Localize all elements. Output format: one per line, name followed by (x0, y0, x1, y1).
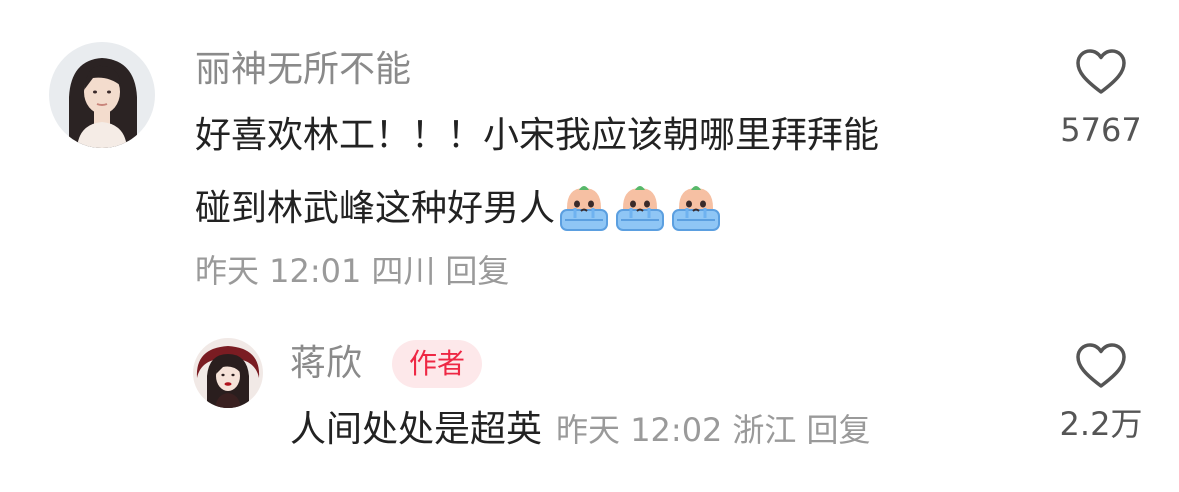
comment-content-row: 人间处处是超英 昨天 12:02 浙江 回复 (290, 408, 880, 452)
reply-button[interactable]: 回复 (806, 411, 870, 449)
comment-text: 好喜欢林工！！！小宋我应该朝哪里拜拜能 (195, 115, 880, 156)
like-count: 5767 (1060, 111, 1142, 149)
avatar[interactable] (49, 42, 155, 148)
comment-time: 昨天 12:02 (556, 411, 723, 449)
comment-text-continuation: 碰到林武峰这种好男人 (195, 188, 556, 229)
comment-text: 人间处处是超英 (290, 409, 543, 450)
comment-username[interactable]: 蒋欣 (290, 342, 362, 386)
reply-button[interactable]: 回复 (445, 252, 509, 290)
crying-face-emoji (613, 182, 667, 236)
comment-meta: 昨天 12:01 四川 回复 (195, 250, 519, 292)
crying-face-emoji (557, 182, 611, 236)
comment-reply-item: 蒋欣 作者 人间处处是超英 昨天 12:02 浙江 回复 2.2万 (0, 320, 1179, 492)
like-button[interactable]: 2.2万 (1041, 342, 1161, 444)
heart-icon (1076, 343, 1126, 388)
avatar[interactable] (193, 338, 263, 408)
heart-icon (1076, 49, 1126, 94)
like-count: 2.2万 (1059, 405, 1143, 443)
comment-location: 浙江 (732, 411, 797, 449)
comment-username[interactable]: 丽神无所不能 (195, 48, 411, 92)
crying-face-emoji (669, 182, 723, 236)
comment-text-line2: 碰到林武峰这种好男人 (195, 182, 723, 236)
comment-meta: 昨天 12:02 浙江 回复 (556, 409, 880, 451)
comment-time: 昨天 12:01 (195, 252, 362, 290)
like-button[interactable]: 5767 (1041, 48, 1161, 150)
comment-location: 四川 (371, 252, 436, 290)
author-badge: 作者 (392, 340, 483, 388)
comment-item: 丽神无所不能 好喜欢林工！！！小宋我应该朝哪里拜拜能 碰到林武峰这种好男人 昨天… (0, 0, 1179, 320)
